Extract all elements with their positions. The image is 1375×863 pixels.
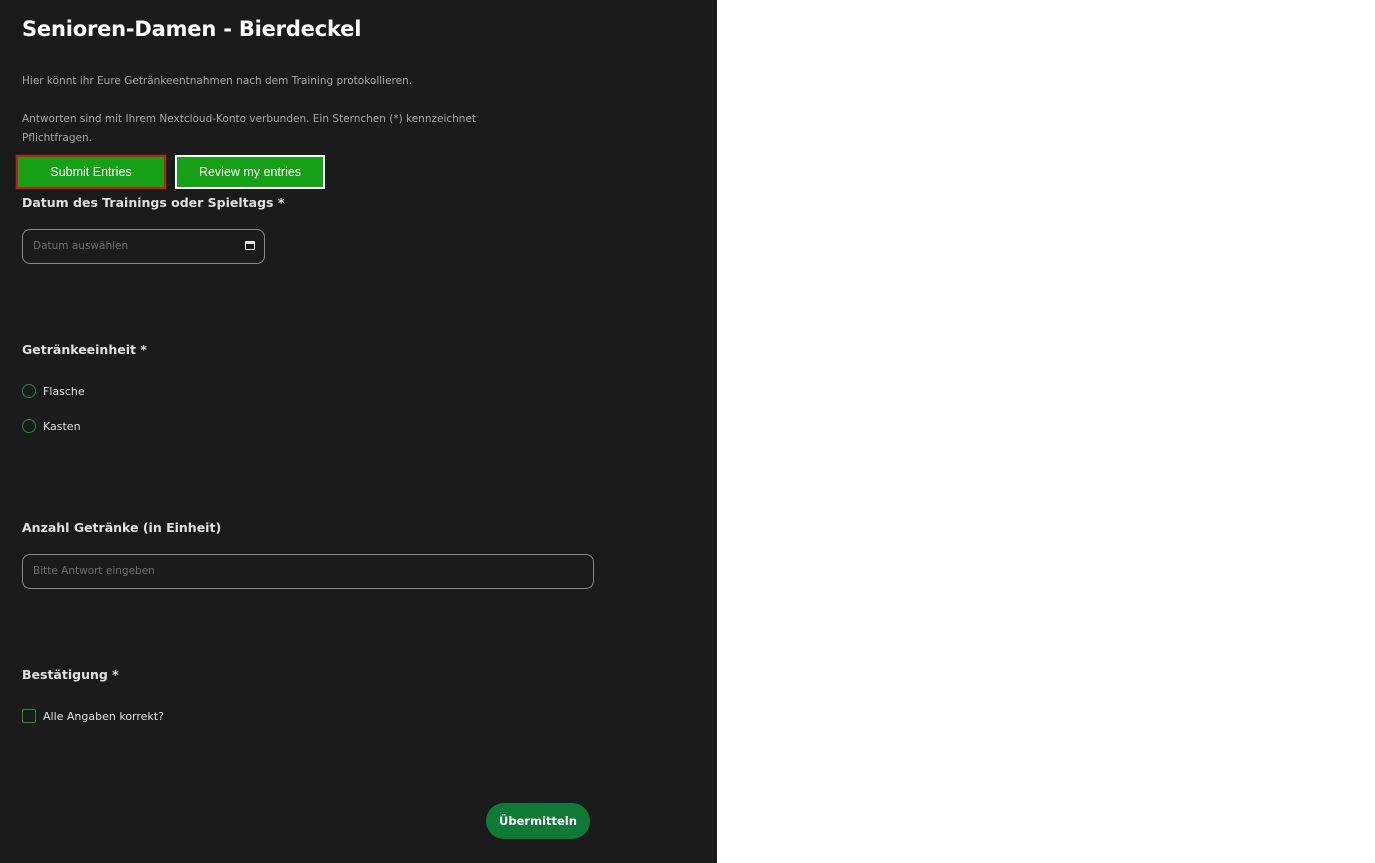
- form-panel: Senioren-Damen - Bierdeckel Hier könnt i…: [0, 0, 717, 863]
- account-notice: Antworten sind mit Ihrem Nextcloud-Konto…: [22, 113, 477, 144]
- confirm-checkbox-row[interactable]: Alle Angaben korrekt?: [22, 707, 164, 725]
- radio-label-kasten: Kasten: [43, 419, 81, 433]
- form-description: Hier könnt ihr Eure Getränkeentnahmen na…: [22, 75, 413, 87]
- confirm-question-label: Bestätigung *: [22, 667, 119, 682]
- date-question-label: Datum des Trainings oder Spieltags *: [22, 195, 285, 210]
- confirm-checkbox-label: Alle Angaben korrekt?: [43, 709, 164, 723]
- calendar-icon[interactable]: [245, 241, 255, 250]
- submit-entries-button[interactable]: Submit Entries: [15, 154, 167, 190]
- date-input[interactable]: Datum auswählen: [22, 229, 265, 264]
- review-entries-button[interactable]: Review my entries: [175, 155, 325, 189]
- form-title: Senioren-Damen - Bierdeckel: [22, 17, 362, 41]
- unit-question-label: Getränkeeinheit *: [22, 342, 147, 357]
- radio-label-flasche: Flasche: [43, 384, 85, 398]
- count-input[interactable]: Bitte Antwort eingeben: [22, 554, 594, 589]
- radio-button-kasten[interactable]: [22, 419, 36, 433]
- date-placeholder: Datum auswählen: [33, 240, 129, 252]
- submit-form-button[interactable]: Übermitteln: [486, 803, 590, 839]
- count-placeholder: Bitte Antwort eingeben: [33, 565, 155, 577]
- radio-option-kasten[interactable]: Kasten: [22, 417, 81, 435]
- confirm-checkbox[interactable]: [22, 709, 36, 723]
- radio-option-flasche[interactable]: Flasche: [22, 382, 85, 400]
- count-question-label: Anzahl Getränke (in Einheit): [22, 520, 222, 535]
- radio-button-flasche[interactable]: [22, 384, 36, 398]
